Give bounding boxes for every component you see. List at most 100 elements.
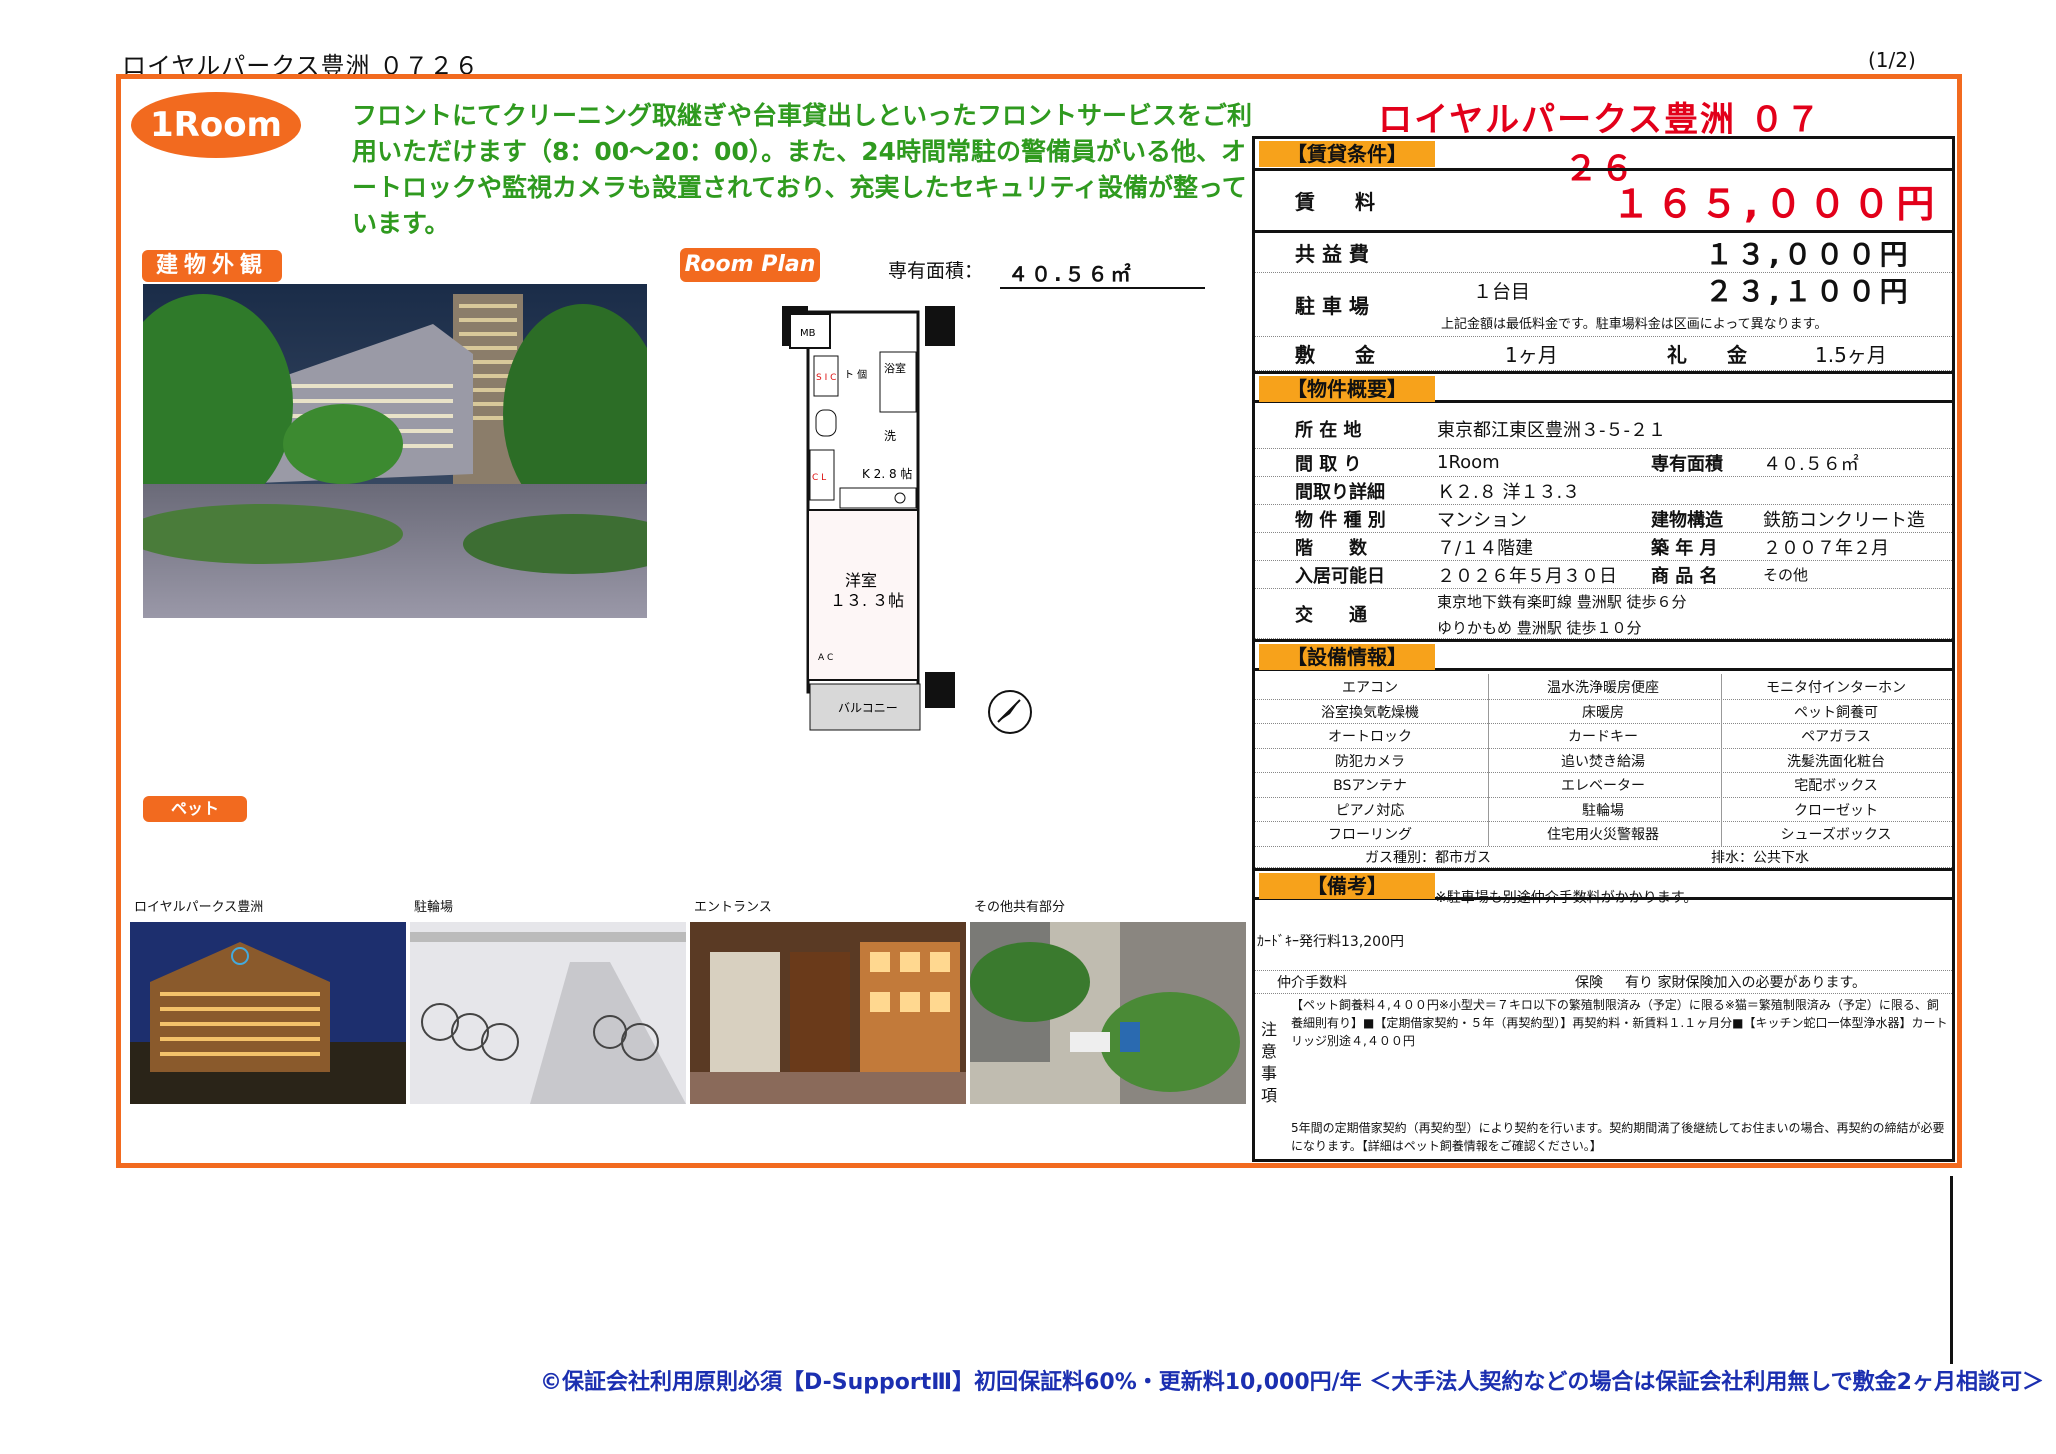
- equipment-item: 床暖房: [1582, 704, 1624, 721]
- deposit-label: 敷 金: [1295, 343, 1375, 367]
- plan-room-size: １３. ３帖: [830, 591, 904, 610]
- plan-room: 洋室: [845, 571, 877, 590]
- guarantee-notice: ©保証会社利用原則必須【D-SupportⅢ】初回保証料60%・更新料10,00…: [540, 1370, 2044, 1395]
- plan-mb: MB: [800, 328, 816, 339]
- equipment-col-divider: [1488, 674, 1489, 846]
- gallery-photo-bicycle: [410, 922, 686, 1104]
- section-equipment: 【設備情報】: [1255, 639, 1952, 671]
- parking-label: 駐 車 場: [1295, 294, 1369, 318]
- plan-bath: 浴室: [884, 361, 906, 375]
- plan-balcony: バルコニー: [838, 701, 898, 715]
- row-layout: 間 取 り 1Room 専有面積 ４０.５６㎡: [1255, 449, 1952, 477]
- row-type: 物 件 種 別 マンション 建物構造 鉄筋コンクリート造: [1255, 505, 1952, 533]
- section-property-label: 【物件概要】: [1259, 376, 1435, 402]
- room-plan-label: Room Plan: [680, 248, 820, 282]
- plan-cl: C L: [812, 473, 826, 483]
- equipment-row-divider: [1255, 747, 1952, 749]
- equipment-item: エレベーター: [1561, 778, 1645, 794]
- row-floors: 階 数 ７/１４階建 築 年 月 ２００７年２月: [1255, 533, 1952, 561]
- row-rent: 賃 料 １６５,０００円: [1255, 171, 1952, 233]
- equipment-row-divider: [1255, 772, 1952, 773]
- section-equipment-label: 【設備情報】: [1259, 644, 1435, 670]
- layout-label: 間 取 り: [1295, 453, 1362, 475]
- move-in-value: ２０２６年５月３０日: [1437, 565, 1617, 587]
- layout-value: 1Room: [1437, 452, 1500, 473]
- floors-label: 階 数: [1295, 537, 1367, 559]
- area-label: 専有面積：: [888, 260, 984, 282]
- type-value: マンション: [1437, 509, 1527, 531]
- floor-plan: MB S I C ト 個 浴室 洗 K 2. 8 帖 C L 洋室 １３. ３帖…: [780, 300, 960, 740]
- intro-text: フロントにてクリーニング取継ぎや台車貸出しといったフロントサービスをご利用いただ…: [352, 101, 1253, 238]
- gallery-caption-4: その他共有部分: [974, 900, 1066, 915]
- parking-slot: １台目: [1473, 280, 1531, 303]
- section-rent: 【賃貸条件】: [1255, 139, 1952, 171]
- row-transit: 交 通 東京地下鉄有楽町線 豊洲駅 徒歩６分 ゆりかもめ 豊洲駅 徒歩１０分: [1255, 589, 1952, 639]
- row-utilities: ガス種別：都市ガス 排水：公共下水: [1255, 846, 1952, 868]
- area-value: ４０.５６㎡: [1000, 258, 1205, 289]
- notes-head: ※駐車場も別途仲介手数料がかかります。: [1435, 890, 1698, 906]
- equipment-item: モニタ付インターホン: [1766, 680, 1906, 696]
- equipment-item: BSアンテナ: [1333, 778, 1407, 794]
- move-in-label: 入居可能日: [1295, 565, 1385, 587]
- transit-line-1: 東京地下鉄有楽町線 豊洲駅 徒歩６分: [1437, 592, 1687, 611]
- row-deposit: 敷 金 1ヶ月 礼 金 1.5ヶ月: [1255, 337, 1952, 371]
- equipment-item: ペット飼養可: [1794, 704, 1878, 721]
- floors-value: ７/１４階建: [1437, 537, 1534, 559]
- deposit-value: 1ヶ月: [1505, 343, 1558, 367]
- equipment-item: 温水洗浄暖房便座: [1547, 680, 1659, 696]
- structure-label: 建物構造: [1651, 509, 1723, 531]
- equipment-grid: エアコン 温水洗浄暖房便座 モニタ付インターホン 浴室換気乾燥機 床暖房 ペット飼養可 オー…: [1255, 674, 1952, 847]
- row-move-in: 入居可能日 ２０２６年５月３０日 商 品 名 その他: [1255, 561, 1952, 589]
- row-common: 共 益 費 １３,０００円: [1255, 233, 1952, 273]
- equipment-item: 洗髪洗面化粧台: [1787, 753, 1885, 770]
- section-property: 【物件概要】: [1255, 371, 1952, 403]
- compass-icon: [988, 690, 1032, 734]
- product-label: 商 品 名: [1651, 565, 1718, 587]
- plan-sc: S I C: [816, 373, 836, 383]
- gallery-photo-common: [970, 922, 1246, 1104]
- equipment-item: 宅配ボックス: [1794, 778, 1878, 794]
- caution-text-2: 5年間の定期借家契約（再契約型）により契約を行います。契約期間満了後継続してお住…: [1291, 1121, 1945, 1153]
- plan-ac: A C: [818, 653, 833, 663]
- key-money-value: 1.5ヶ月: [1815, 343, 1887, 367]
- transit-label: 交 通: [1295, 604, 1367, 626]
- rent-label: 賃 料: [1295, 190, 1375, 214]
- gallery-caption-1: ロイヤルパークス豊洲: [134, 900, 264, 915]
- common-fee-value: １３,０００円: [1705, 237, 1912, 271]
- type-label: 物 件 種 別: [1295, 509, 1386, 531]
- equipment-row-divider: [1255, 821, 1952, 822]
- section-rent-label: 【賃貸条件】: [1259, 141, 1435, 167]
- exterior-photo: [143, 284, 647, 618]
- equipment-item: 追い焚き給湯: [1561, 753, 1645, 770]
- equipment-item: シューズボックス: [1780, 827, 1892, 843]
- layout-detail-value: Ｋ２.８ 洋１３.３: [1437, 481, 1581, 503]
- product-value: その他: [1763, 566, 1809, 584]
- parking-value: ２３,１００円: [1705, 275, 1912, 308]
- key-money-label: 礼 金: [1667, 343, 1747, 367]
- transit-line-2: ゆりかもめ 豊洲駅 徒歩１０分: [1437, 618, 1642, 637]
- built-value: ２００７年２月: [1763, 537, 1889, 559]
- row-broker: 仲介手数料 保険 有り 家財保険加入の必要があります。: [1255, 970, 1952, 994]
- drainage: 排水：公共下水: [1711, 849, 1809, 866]
- equipment-item: クローゼット: [1794, 802, 1878, 819]
- equipment-item: 浴室換気乾燥機: [1321, 704, 1419, 721]
- room-type-badge: 1Room: [131, 92, 301, 158]
- equipment-item: ピアノ対応: [1335, 802, 1405, 819]
- equipment-row-divider: [1255, 723, 1952, 724]
- address-value: 東京都江東区豊洲３-５-２１: [1437, 419, 1666, 441]
- equipment-item: 駐輪場: [1582, 802, 1624, 819]
- equipment-item: エアコン: [1342, 680, 1398, 696]
- row-address: 所 在 地 東京都江東区豊洲３-５-２１: [1255, 409, 1952, 449]
- common-fee-label: 共 益 費: [1295, 242, 1369, 266]
- equipment-item: 防犯カメラ: [1335, 753, 1405, 770]
- property-table: 【賃貸条件】 賃 料 １６５,０００円 共 益 費 １３,０００円 駐 車 場 …: [1252, 136, 1955, 1162]
- gallery-caption-2: 駐輪場: [414, 900, 454, 915]
- gallery-caption-3: エントランス: [694, 900, 772, 915]
- rent-value: １６５,０００円: [1612, 182, 1941, 226]
- gallery-photo-night-building: [130, 922, 406, 1104]
- plan-toilet: ト 個: [844, 368, 867, 381]
- page-number: (1/2): [1868, 48, 1916, 72]
- row-parking: 駐 車 場 １台目 ２３,１００円 上記金額は最低料金です。駐車場料金は区画によ…: [1255, 273, 1952, 337]
- caution-label: 注意事項: [1261, 1020, 1278, 1105]
- plan-wash: 洗: [884, 429, 896, 443]
